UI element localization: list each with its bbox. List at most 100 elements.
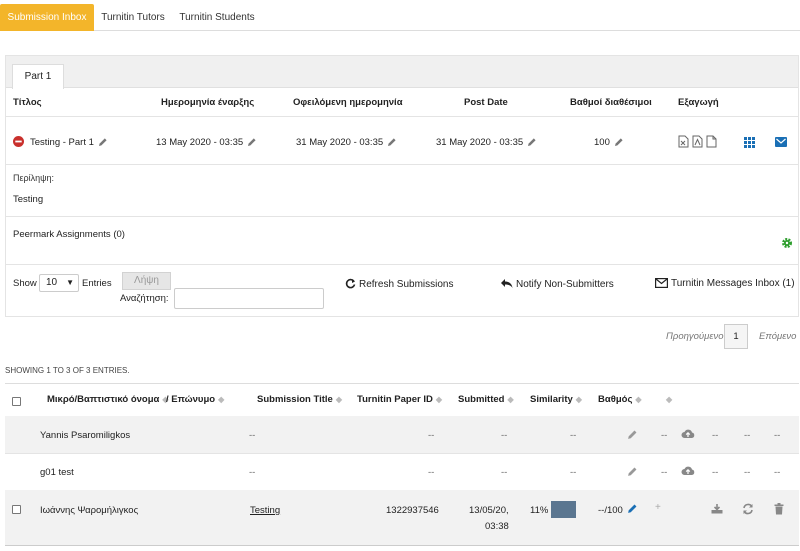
submission-title: -- [249,430,256,441]
delete-part-icon[interactable] [13,136,24,150]
table-row [5,490,799,546]
divider [5,164,799,165]
extra-col-2: -- [744,430,751,441]
download-button[interactable]: Λήψη [122,272,171,290]
turnitin-messages-inbox-button[interactable]: Turnitin Messages Inbox (1) [655,278,795,289]
envelope-icon [655,278,669,289]
due-date-text: 31 May 2020 - 03:35 [296,137,384,148]
gear-icon[interactable] [781,237,793,252]
sort-icon: ◆ [666,395,673,404]
notify-non-submitters-button[interactable]: Notify Non-Submitters [500,278,614,290]
header-extra: ◆ [663,394,672,405]
header-similarity[interactable]: Similarity ◆ [530,394,582,405]
cloud-upload-icon[interactable] [681,465,695,479]
refresh-icon[interactable] [742,503,754,518]
student-name: g01 test [40,467,74,478]
max-marks: 100 [594,137,624,148]
header-first-name-label: Μικρό/Βαπτιστικό όνομα [47,394,160,405]
pencil-icon[interactable] [627,503,638,517]
extra-col-1: -- [712,430,719,441]
refresh-icon [345,278,356,289]
refresh-submissions-button[interactable]: Refresh Submissions [345,278,453,290]
showing-entries: SHOWING 1 TO 3 OF 3 ENTRIES. [5,366,130,375]
summary-text: Testing [13,194,44,205]
header-last-name[interactable]: / Επώνυμο ◆ [166,394,224,405]
student-name: Yannis Psaromiligkos [40,430,131,441]
header-submitted[interactable]: Submitted ◆ [458,394,514,405]
assignment-title-text: Testing - Part 1 [30,137,94,148]
export-xls-icon[interactable] [678,135,689,151]
pencil-icon[interactable] [614,137,624,147]
refresh-label: Refresh Submissions [359,279,454,290]
header-submission-title-label: Submission Title [257,394,333,405]
header-submission-title[interactable]: Submission Title ◆ [257,394,342,405]
entries-label: Entries [82,278,112,289]
pencil-icon[interactable] [627,466,638,480]
start-date-text: 13 May 2020 - 03:35 [156,137,244,148]
select-all-checkbox[interactable] [12,397,21,406]
submitted-date: 13/05/20, [469,505,509,516]
similarity-report-button[interactable] [551,501,576,518]
export-file-icon[interactable] [706,135,717,151]
pagination-next[interactable]: Επόμενο [759,331,796,342]
search-input[interactable] [174,288,324,309]
pencil-icon[interactable] [247,137,257,147]
post-date: 31 May 2020 - 03:35 [436,137,537,148]
sort-icon: ◆ [575,395,582,404]
peermark-assignments: Peermark Assignments (0) [13,229,125,240]
pencil-icon[interactable] [527,137,537,147]
max-marks-text: 100 [594,137,610,148]
header-due-date: Οφειλόμενη ημερομηνία [293,97,403,108]
submitted-time: 03:38 [485,521,509,532]
tab-part-1[interactable]: Part 1 [12,64,64,89]
header-last-name-label: / Επώνυμο [166,394,216,405]
similarity: -- [570,430,577,441]
submitted: -- [501,430,508,441]
plus-icon[interactable]: + [655,502,661,513]
divider [5,383,799,384]
due-date: 31 May 2020 - 03:35 [296,137,397,148]
header-paper-id[interactable]: Turnitin Paper ID ◆ [357,394,442,405]
sort-icon: ◆ [635,395,642,404]
submission-title-link[interactable]: Testing [250,505,280,516]
download-icon[interactable] [711,503,723,517]
page-size-value: 10 [46,277,58,288]
grade: --/100 [598,505,623,516]
envelope-icon[interactable] [775,137,787,150]
similarity: -- [570,467,577,478]
show-label: Show [13,278,37,289]
reply-all-icon [501,279,513,288]
export-pdf-icon[interactable] [692,135,703,151]
cloud-upload-icon[interactable] [681,428,695,442]
tab-submission-inbox[interactable]: Submission Inbox [0,4,94,31]
extra-col-2: -- [744,467,751,478]
header-grade-label: Βαθμός [598,394,633,405]
divider [5,116,799,117]
header-grade[interactable]: Βαθμός ◆ [598,394,642,405]
header-export: Εξαγωγή [678,97,719,108]
paper-id: -- [428,467,435,478]
pagination-page-1[interactable]: 1 [724,324,748,349]
extra-col-3: -- [774,430,781,441]
sort-icon: ◆ [435,395,442,404]
header-start-date: Ημερομηνία έναρξης [161,97,255,108]
paper-id: 1322937546 [386,505,439,516]
row-checkbox[interactable] [12,505,21,514]
pagination-previous[interactable]: Προηγούμενο [666,331,724,342]
paper-id: -- [428,430,435,441]
pencil-icon[interactable] [387,137,397,147]
messages-label: Turnitin Messages Inbox (1) [671,278,795,289]
extra-col-3: -- [774,467,781,478]
similarity-score: 11% [530,505,549,516]
tab-turnitin-students[interactable]: Turnitin Students [172,4,262,31]
page-size-select[interactable]: 10 ▼ [39,274,79,292]
header-first-name[interactable]: Μικρό/Βαπτιστικό όνομα ◆ [47,394,169,405]
grid-icon[interactable] [744,137,755,151]
tab-bar: Submission Inbox Turnitin Tutors Turniti… [0,0,800,31]
part-tab-bar: Part 1 [6,56,798,89]
pencil-icon[interactable] [627,429,638,443]
trash-icon[interactable] [774,503,784,518]
chevron-down-icon: ▼ [66,278,74,287]
tab-turnitin-tutors[interactable]: Turnitin Tutors [94,4,172,31]
pencil-icon[interactable] [98,137,108,147]
